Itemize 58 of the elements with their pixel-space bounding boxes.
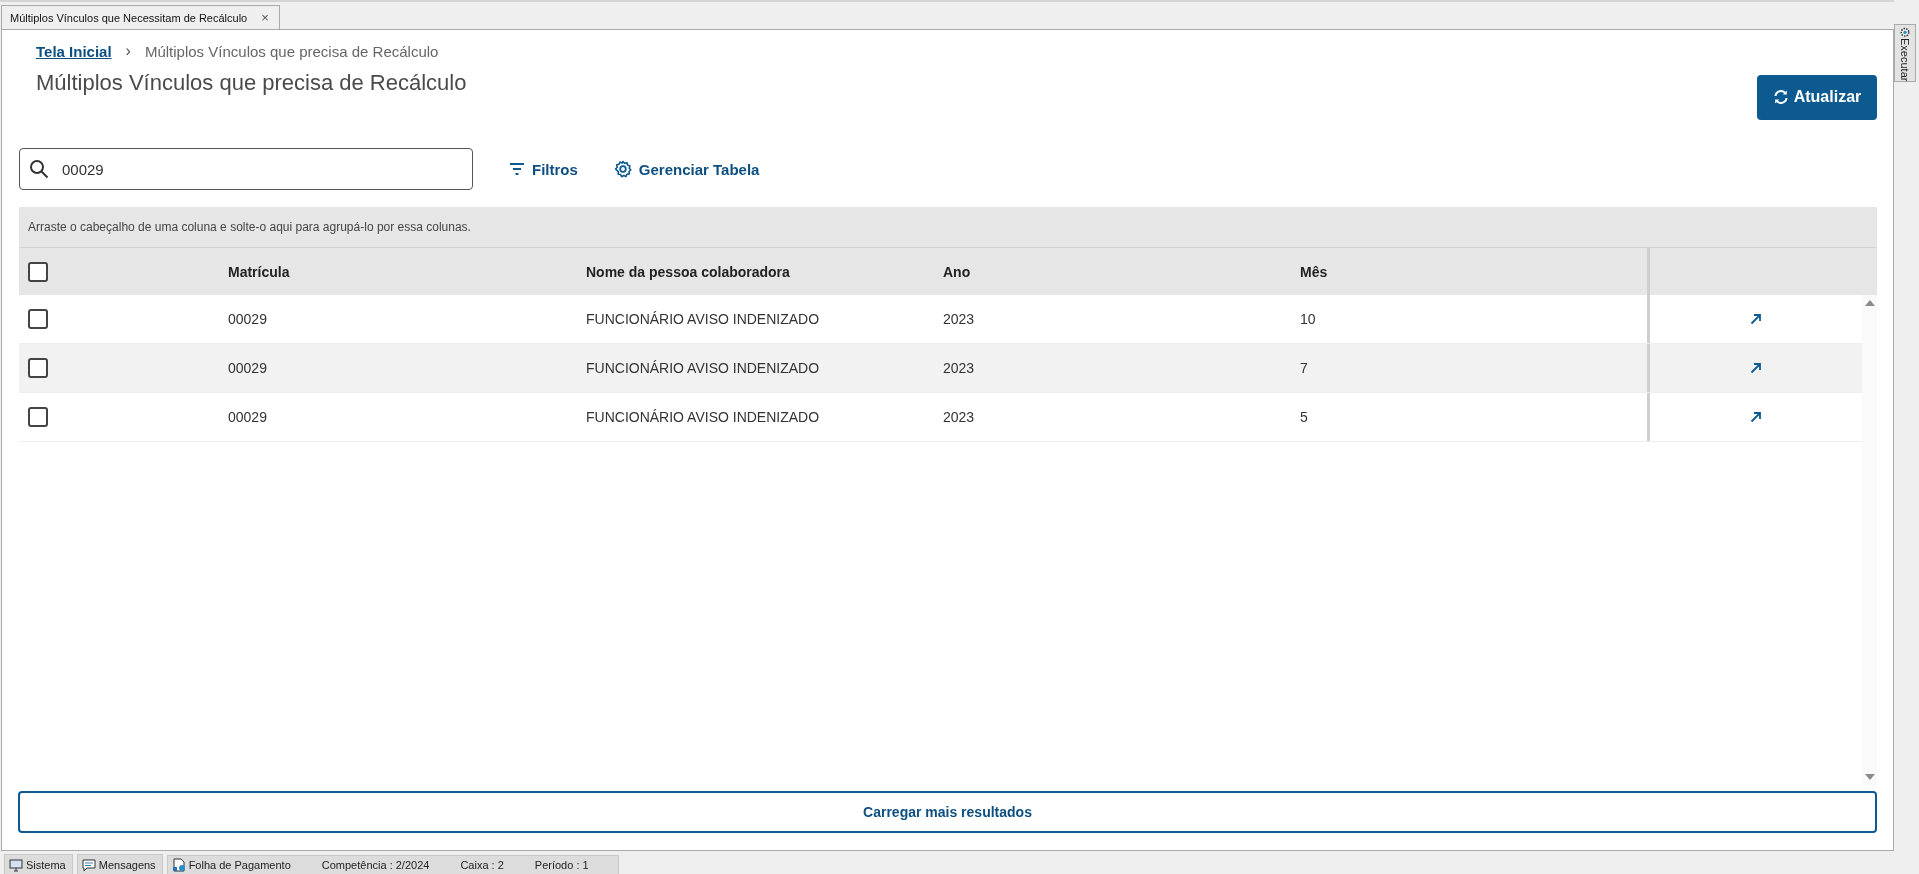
settings-icon [613, 160, 632, 178]
load-more-button[interactable]: Carregar mais resultados [18, 791, 1877, 833]
status-tab[interactable]: Mensagens [76, 854, 163, 874]
column-header[interactable]: Nome da pessoa colaboradora [570, 248, 927, 295]
column-header[interactable]: Matrícula [212, 248, 570, 295]
status-tab[interactable]: Folha de Pagamento Competência : 2/2024 Caixa : 2 Período : 1 [166, 855, 619, 874]
table-cell-text: 00029 [227, 310, 268, 329]
refresh-icon [1772, 89, 1789, 105]
table-cell-text: 2023 [942, 310, 976, 329]
row-checkbox[interactable] [28, 358, 48, 378]
run-side-tab[interactable]: Executar [1894, 24, 1916, 82]
filter-button[interactable]: Filtros [509, 160, 578, 178]
scroll-down-icon[interactable] [1864, 773, 1875, 781]
status-label: Mensagens [98, 858, 156, 871]
scrollbar[interactable] [1862, 295, 1877, 785]
table-cell-text: FUNCIONÁRIO AVISO INDENIZADO [585, 310, 821, 329]
status-tab[interactable]: Sistema [4, 854, 73, 874]
page-title: Múltiplos Vínculos que precisa de Recálculo [36, 69, 467, 96]
column-header[interactable]: Mês [1284, 248, 1647, 295]
document-tab[interactable]: Múltiplos Vínculos que Necessitam de Recálculo × [1, 5, 280, 29]
row-checkbox[interactable] [28, 309, 48, 329]
breadcrumb-current: Múltiplos Vínculos que precisa de Recálculo [144, 42, 439, 60]
table-cell-text: 2023 [942, 408, 976, 427]
row-checkbox[interactable] [28, 407, 48, 427]
open-link-icon[interactable] [1750, 313, 1762, 325]
table-cell-text: FUNCIONÁRIO AVISO INDENIZADO [585, 408, 821, 427]
status-label: Folha de Pagamento [188, 859, 291, 871]
filter-icon [509, 161, 525, 177]
tab-title: Múltiplos Vínculos que Necessitam de Recálculo [10, 11, 248, 24]
table-cell-text: 2023 [942, 359, 976, 378]
search-field[interactable]: 00029 [19, 148, 473, 190]
table-cell-text: 5 [1299, 408, 1309, 427]
table-cell-text: 7 [1299, 359, 1309, 378]
table-cell-text: 00029 [227, 359, 268, 378]
status-field: Período : 1 [534, 859, 589, 871]
refresh-button[interactable]: Atualizar [1757, 74, 1877, 120]
status-label: Sistema [26, 858, 66, 871]
status-field: Caixa : 2 [460, 859, 504, 871]
close-button[interactable]: × [261, 10, 269, 25]
gear-icon [1898, 27, 1912, 38]
manage-table-button[interactable]: Gerenciar Tabela [613, 160, 760, 178]
column-header[interactable]: Ano [927, 248, 1284, 295]
side-tab-label: Executar [1899, 37, 1911, 81]
table-cell-text: FUNCIONÁRIO AVISO INDENIZADO [585, 359, 821, 378]
open-link-icon[interactable] [1750, 362, 1762, 374]
table-cell-text: 00029 [227, 408, 268, 427]
search-icon [29, 159, 49, 179]
group-drop-zone: Arraste o cabeçalho de uma coluna e solte-o aqui para agrupá-lo por essa colunas. [19, 207, 1877, 248]
document-icon [171, 858, 186, 872]
monitor-icon [9, 857, 23, 872]
table-cell-text: 10 [1299, 310, 1317, 329]
breadcrumb-separator: › [125, 42, 131, 60]
open-link-icon[interactable] [1750, 411, 1762, 423]
breadcrumb-link[interactable]: Tela Inicial [36, 42, 112, 60]
status-field: Competência : 2/2024 [321, 859, 430, 871]
message-icon [81, 857, 96, 872]
select-all-checkbox[interactable] [28, 261, 48, 282]
scroll-up-icon[interactable] [1864, 299, 1875, 307]
